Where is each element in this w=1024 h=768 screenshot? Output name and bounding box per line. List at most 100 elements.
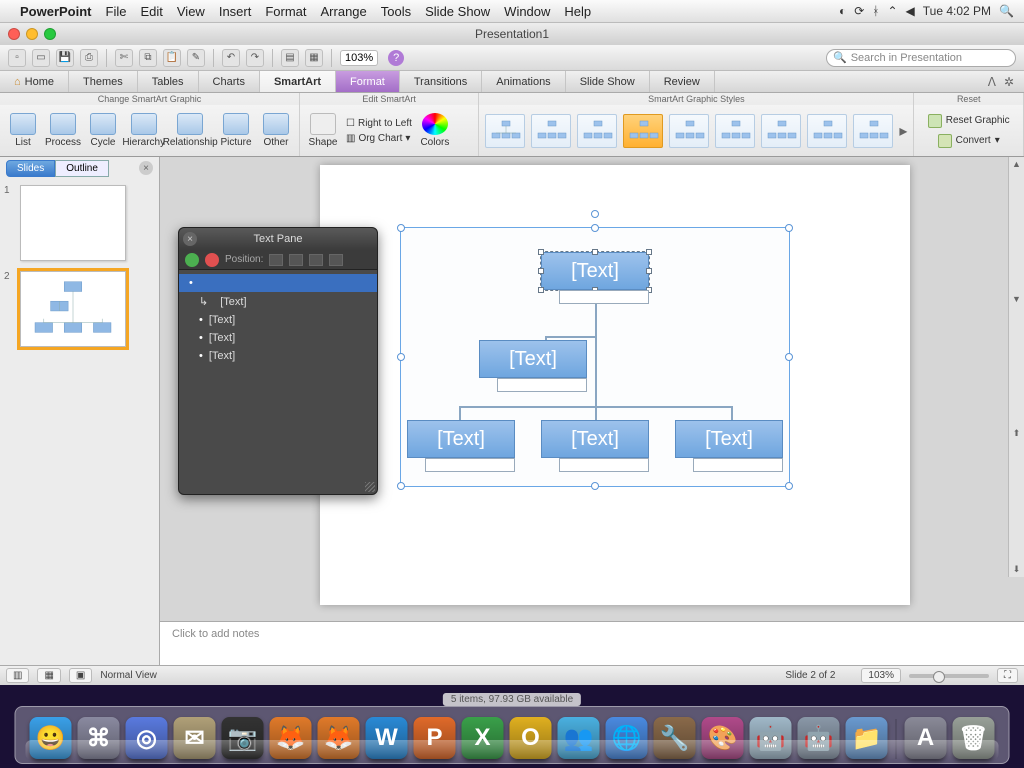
org-chart-dropdown[interactable]: ▥Org Chart▾ [346, 133, 412, 144]
position-btn-4[interactable] [329, 254, 343, 266]
qat-open-icon[interactable]: ▭ [32, 49, 50, 67]
smartart-subnode[interactable] [693, 458, 783, 472]
style-item-4-selected[interactable] [623, 114, 663, 148]
dock-icon-15[interactable]: 🤖 [750, 717, 792, 759]
tab-smartart[interactable]: SmartArt [260, 71, 336, 92]
dock-icon-9[interactable]: X [462, 717, 504, 759]
dock-icon-11[interactable]: 👥 [558, 717, 600, 759]
dock-icon-5[interactable]: 🦊 [270, 717, 312, 759]
tab-home[interactable]: Home [0, 71, 69, 92]
tab-animations[interactable]: Animations [482, 71, 565, 92]
smartart-subnode[interactable] [559, 290, 649, 304]
dock-icon-1[interactable]: ⌘ [78, 717, 120, 759]
status-zoom-value[interactable]: 103% [861, 668, 901, 683]
smartart-selection[interactable]: [Text] [Text] [Text] [Text] [Text] [400, 227, 790, 487]
tab-themes[interactable]: Themes [69, 71, 138, 92]
textpane-add-button[interactable] [185, 253, 199, 267]
slides-tab[interactable]: Slides [6, 160, 55, 177]
menu-format[interactable]: Format [265, 4, 306, 19]
menu-slideshow[interactable]: Slide Show [425, 4, 490, 19]
view-normal-icon[interactable]: ▥ [6, 668, 29, 683]
sync-icon[interactable]: ⟳ [854, 4, 864, 18]
panel-close-icon[interactable]: × [139, 161, 153, 175]
menu-view[interactable]: View [177, 4, 205, 19]
qat-zoom-value[interactable]: 103% [340, 50, 378, 66]
status-icon[interactable]: ◐ [839, 4, 846, 18]
menu-tools[interactable]: Tools [381, 4, 411, 19]
search-field[interactable]: 🔍 Search in Presentation [826, 49, 1016, 67]
qat-undo-icon[interactable]: ↶ [222, 49, 240, 67]
dock-icon-19[interactable]: 🗑 [953, 717, 995, 759]
resize-handle-se[interactable] [785, 482, 793, 490]
dock-icon-4[interactable]: 📷 [222, 717, 264, 759]
smartart-subnode[interactable] [559, 458, 649, 472]
vertical-scrollbar[interactable]: ▲ ▼ ⬆ ⬇ [1008, 157, 1024, 577]
slide-thumb-1[interactable]: 1 [4, 185, 155, 261]
dock-icon-10[interactable]: O [510, 717, 552, 759]
text-pane-titlebar[interactable]: × Text Pane [179, 228, 377, 250]
prev-slide-icon[interactable]: ⬆ [1013, 428, 1021, 439]
menu-edit[interactable]: Edit [140, 4, 162, 19]
dock-icon-8[interactable]: P [414, 717, 456, 759]
scroll-down-icon[interactable]: ▼ [1012, 294, 1021, 304]
tab-format[interactable]: Format [336, 71, 400, 92]
notes-pane[interactable]: Click to add notes [160, 621, 1024, 665]
textpane-item-1[interactable]: ↳[Text] [179, 292, 377, 311]
rotate-handle[interactable] [591, 210, 599, 218]
qat-format-icon[interactable]: ✎ [187, 49, 205, 67]
smartart-node-child3[interactable]: [Text] [675, 420, 783, 458]
dock-icon-6[interactable]: 🦊 [318, 717, 360, 759]
menubar-clock[interactable]: Tue 4:02 PM [923, 4, 991, 18]
smartart-node-child1[interactable]: [Text] [407, 420, 515, 458]
tab-tables[interactable]: Tables [138, 71, 199, 92]
dock-icon-12[interactable]: 🌐 [606, 717, 648, 759]
smartart-other-button[interactable]: Other [259, 113, 293, 148]
menu-window[interactable]: Window [504, 4, 550, 19]
text-pane[interactable]: × Text Pane Position: • [178, 227, 378, 495]
resize-handle-e[interactable] [785, 353, 793, 361]
tab-transitions[interactable]: Transitions [400, 71, 482, 92]
outline-tab[interactable]: Outline [55, 160, 109, 177]
smartart-relationship-button[interactable]: Relationship [167, 113, 213, 148]
qat-redo-icon[interactable]: ↷ [246, 49, 264, 67]
menu-insert[interactable]: Insert [219, 4, 252, 19]
smartart-node-assistant[interactable]: [Text] [479, 340, 587, 378]
smartart-node-child2[interactable]: [Text] [541, 420, 649, 458]
view-show-icon[interactable]: ▣ [69, 668, 92, 683]
smartart-cycle-button[interactable]: Cycle [86, 113, 120, 148]
smartart-list-button[interactable]: List [6, 113, 40, 148]
qat-slide1-icon[interactable]: ▤ [281, 49, 299, 67]
qat-new-icon[interactable]: ▫ [8, 49, 26, 67]
style-item-8[interactable] [807, 114, 847, 148]
style-item-9[interactable] [853, 114, 893, 148]
qat-print-icon[interactable]: ⎙ [80, 49, 98, 67]
menu-arrange[interactable]: Arrange [321, 4, 367, 19]
dock-icon-16[interactable]: 🤖 [798, 717, 840, 759]
resize-handle-nw[interactable] [397, 224, 405, 232]
resize-handle-sw[interactable] [397, 482, 405, 490]
smartart-hierarchy-button[interactable]: Hierarchy [126, 113, 161, 148]
fit-to-window-icon[interactable]: ⛶ [997, 668, 1018, 683]
textpane-item-4[interactable]: •[Text] [179, 347, 377, 365]
smartart-picture-button[interactable]: Picture [219, 113, 253, 148]
smartart-node-root[interactable]: [Text] [541, 252, 649, 290]
convert-button[interactable]: Convert▾ [938, 134, 1000, 148]
resize-handle-w[interactable] [397, 353, 405, 361]
smartart-process-button[interactable]: Process [46, 113, 80, 148]
style-item-3[interactable] [577, 114, 617, 148]
style-item-5[interactable] [669, 114, 709, 148]
qat-paste-icon[interactable]: 📋 [163, 49, 181, 67]
smartart-subnode[interactable] [425, 458, 515, 472]
app-name[interactable]: PowerPoint [20, 4, 92, 19]
menu-file[interactable]: File [106, 4, 127, 19]
tab-review[interactable]: Review [650, 71, 715, 92]
resize-handle-n[interactable] [591, 224, 599, 232]
dock-icon-7[interactable]: W [366, 717, 408, 759]
dock-icon-13[interactable]: 🔧 [654, 717, 696, 759]
colors-button[interactable]: Colors [418, 113, 452, 148]
dock-icon-0[interactable]: 😀 [30, 717, 72, 759]
volume-icon[interactable]: ◀ [906, 4, 915, 18]
text-pane-close-icon[interactable]: × [183, 232, 197, 246]
scroll-up-icon[interactable]: ▲ [1012, 159, 1021, 169]
dock-icon-3[interactable]: ✉ [174, 717, 216, 759]
